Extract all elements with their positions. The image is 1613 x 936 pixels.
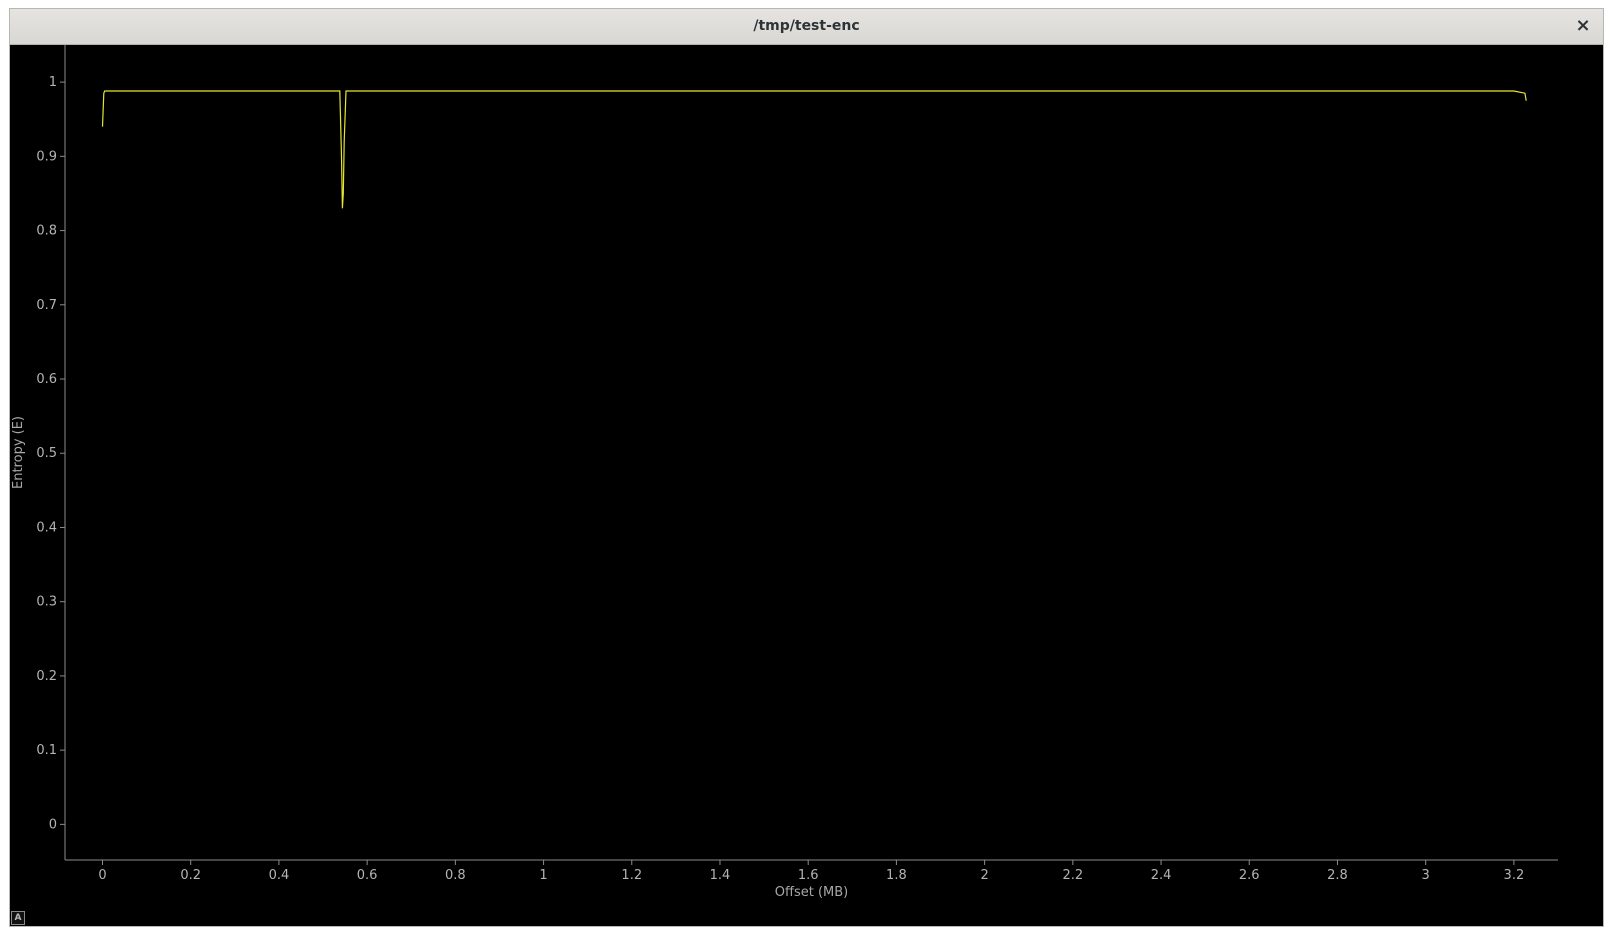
x-tick-label: 0.8	[445, 868, 466, 883]
y-tick-label: 0.9	[36, 149, 57, 164]
x-tick-label: 1.4	[710, 868, 731, 883]
window-title: /tmp/test-enc	[753, 18, 860, 34]
autoscale-icon[interactable]: A	[11, 911, 25, 925]
close-button[interactable]: ×	[1571, 14, 1595, 38]
x-tick-label: 3.2	[1504, 868, 1525, 883]
x-tick-label: 2	[980, 868, 988, 883]
y-tick-label: 0.6	[36, 372, 57, 387]
y-tick-label: 0	[49, 817, 57, 832]
plot-background	[10, 45, 1603, 926]
y-tick-label: 0.1	[36, 743, 57, 758]
x-tick-label: 0.2	[180, 868, 201, 883]
entropy-plot[interactable]: 0 0.1 0.2 0.3 0.4 0.5 0.6 0.7 0.8 0.9 1 0 0.2 0.4 0.6…	[10, 45, 1603, 926]
y-axis-label: Entropy (E)	[11, 416, 26, 489]
y-tick-label: 0.7	[36, 298, 57, 313]
title-bar[interactable]: /tmp/test-enc ×	[10, 9, 1603, 45]
y-tick-label: 1	[49, 75, 57, 90]
y-tick-label: 0.4	[36, 520, 57, 535]
y-tick-label: 0.2	[36, 669, 57, 684]
x-tick-label: 0.6	[357, 868, 378, 883]
plot-window: /tmp/test-enc × 0 0.1 0.2 0.3 0.4 0.5 0.6 0.7 0.…	[9, 8, 1604, 927]
x-tick-label: 1.6	[798, 868, 819, 883]
x-axis-label: Offset (MB)	[775, 885, 848, 900]
x-tick-label: 3	[1422, 868, 1430, 883]
y-tick-label: 0.8	[36, 224, 57, 239]
y-tick-label: 0.3	[36, 595, 57, 610]
x-tick-label: 0.4	[269, 868, 290, 883]
x-tick-label: 1.8	[886, 868, 907, 883]
x-tick-label: 2.6	[1239, 868, 1260, 883]
y-tick-label: 0.5	[36, 446, 57, 461]
x-tick-label: 2.8	[1327, 868, 1348, 883]
x-tick-label: 0	[98, 868, 106, 883]
x-tick-label: 2.4	[1151, 868, 1172, 883]
x-tick-label: 2.2	[1062, 868, 1083, 883]
x-tick-label: 1	[539, 868, 547, 883]
x-tick-label: 1.2	[621, 868, 642, 883]
